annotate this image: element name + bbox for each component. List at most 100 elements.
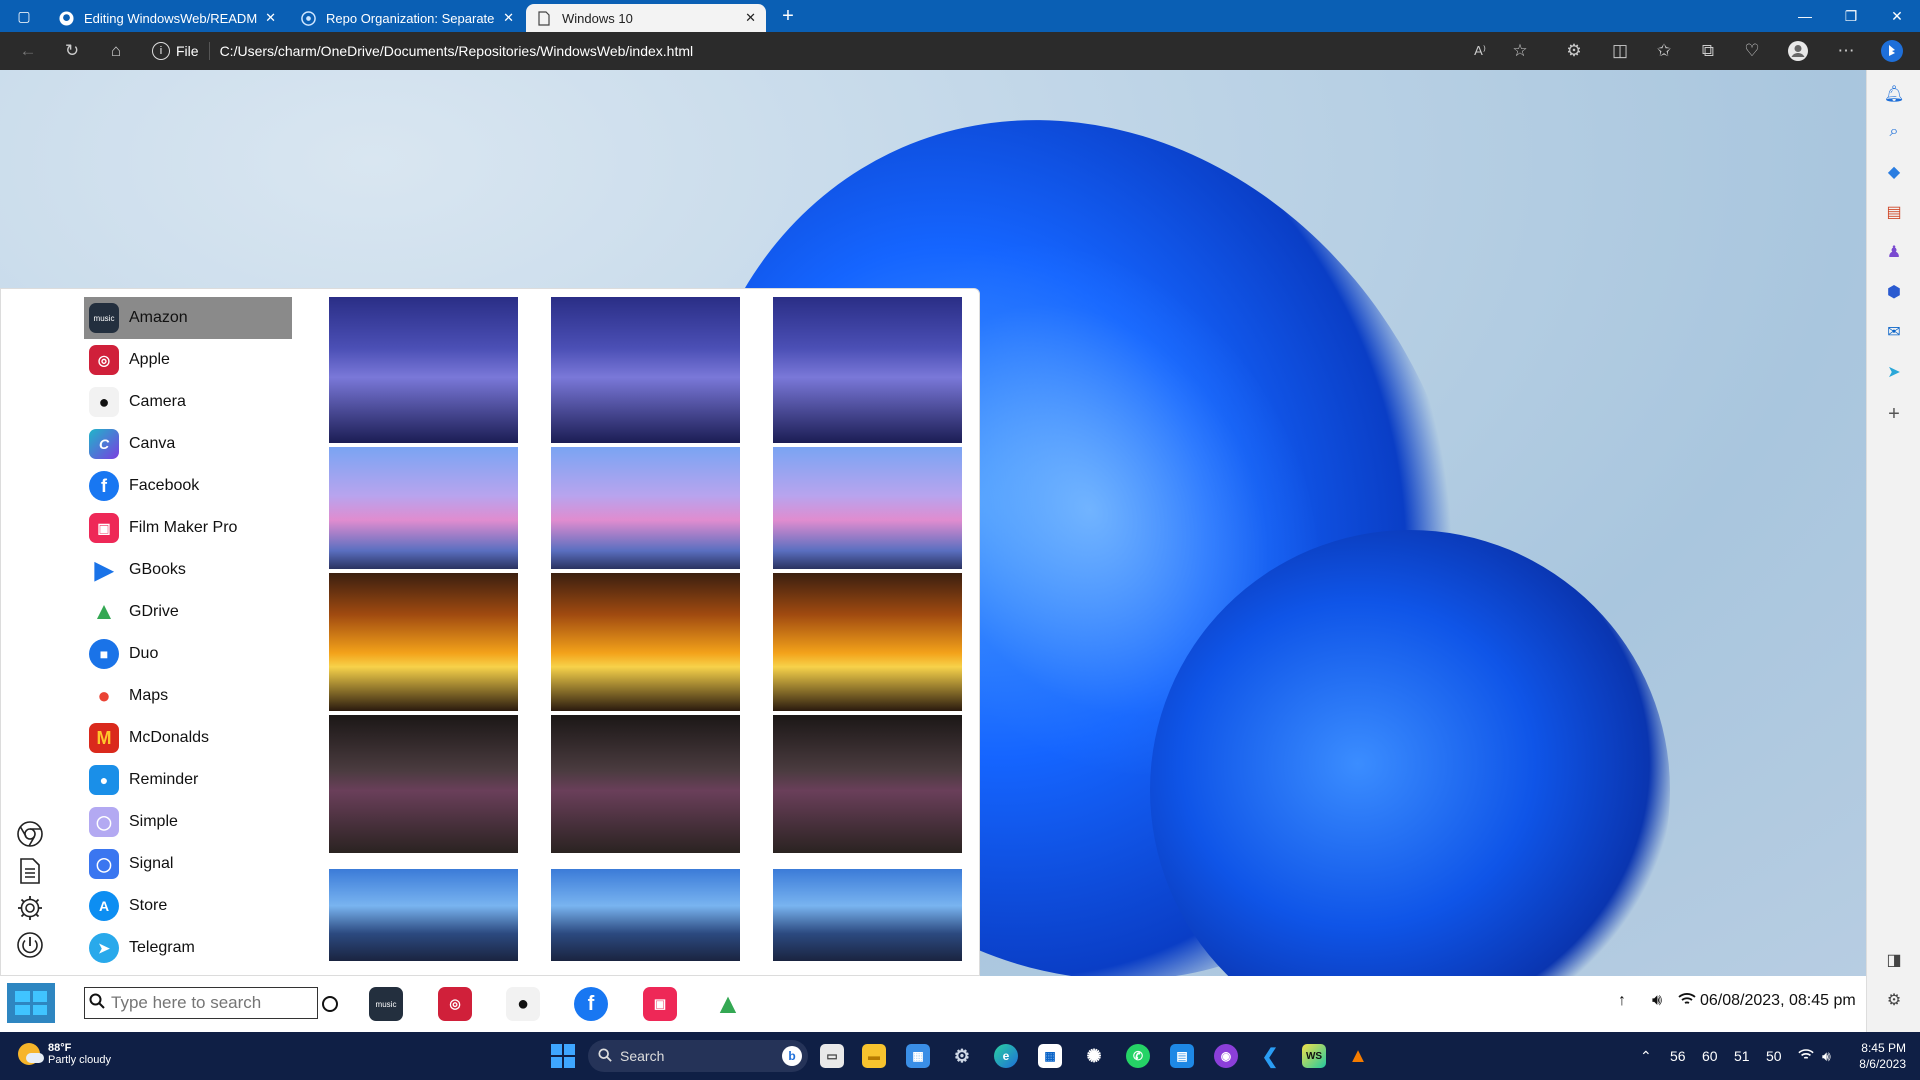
show-hidden-icons-arrow[interactable]: ↑ [1618, 992, 1626, 1010]
outlook-icon[interactable]: ✉ [1882, 320, 1906, 344]
vscode-icon[interactable]: ❮ [1258, 1044, 1282, 1068]
wallpaper-tile-blue-house[interactable] [329, 869, 518, 961]
app-item-film-maker-pro[interactable]: ▣ Film Maker Pro [84, 507, 292, 549]
app-item-simple[interactable]: ◯ Simple [84, 801, 292, 843]
app-item-amazon[interactable]: music Amazon [84, 297, 292, 339]
wallpaper-tile-blue-house[interactable] [551, 869, 740, 961]
google-drive-icon[interactable]: ▲ [711, 987, 745, 1021]
more-menu-icon[interactable]: ⋯ [1834, 39, 1858, 63]
taskbar-search-box[interactable] [84, 987, 318, 1019]
webstorm-icon[interactable]: WS [1302, 1044, 1326, 1068]
search-input[interactable] [109, 992, 313, 1014]
extensions-icon[interactable]: ⚙ [1562, 39, 1586, 63]
wallpaper-tile-dark-street[interactable] [551, 715, 740, 853]
web-taskbar-datetime[interactable]: 06/08/2023, 08:45 pm [1700, 992, 1856, 1010]
app-item-gbooks[interactable]: ▶ GBooks [84, 549, 292, 591]
film-maker-icon[interactable]: ▣ [643, 987, 677, 1021]
wallpaper-tile-night-window[interactable] [773, 297, 962, 443]
back-icon[interactable]: ← [16, 39, 40, 63]
windows-start-icon[interactable] [551, 1044, 575, 1068]
wallpaper-tile-pink-sky[interactable] [773, 447, 962, 569]
facebook-icon[interactable]: f [574, 987, 608, 1021]
close-tab-icon[interactable]: ✕ [745, 10, 756, 26]
wallpaper-tile-dark-street[interactable] [773, 715, 962, 853]
app-item-facebook[interactable]: f Facebook [84, 465, 292, 507]
chatgpt-icon[interactable]: ✺ [1082, 1044, 1106, 1068]
close-tab-icon[interactable]: ✕ [503, 10, 514, 26]
url-text[interactable]: C:/Users/charm/OneDrive/Documents/Reposi… [220, 43, 694, 59]
read-aloud-icon[interactable]: A⁾ [1468, 39, 1492, 63]
restore-button[interactable]: ❐ [1828, 0, 1874, 32]
edge-icon[interactable]: e [994, 1044, 1018, 1068]
photos-icon[interactable]: ▦ [906, 1044, 930, 1068]
volume-icon[interactable]: 🔊︎ [1652, 992, 1662, 1010]
sidebar-settings-icon[interactable]: ⚙ [1882, 988, 1906, 1012]
wallpaper-tile-dark-street[interactable] [329, 715, 518, 853]
close-tab-icon[interactable]: ✕ [265, 10, 276, 26]
wallpaper-tile-night-window[interactable] [551, 297, 740, 443]
apple-icon[interactable]: ◎ [438, 987, 472, 1021]
games-icon[interactable]: ♟ [1882, 240, 1906, 264]
tab-windows-10[interactable]: Windows 10 ✕ [526, 4, 766, 32]
microsoft-365-icon[interactable]: ⬢ [1882, 280, 1906, 304]
settings-icon[interactable]: ⚙ [950, 1044, 974, 1068]
favorite-star-icon[interactable]: ☆ [1508, 39, 1532, 63]
minimize-button[interactable]: — [1782, 0, 1828, 32]
tab-editing-readme[interactable]: Editing WindowsWeb/README.r ✕ [48, 4, 286, 32]
app-item-store[interactable]: A Store [84, 885, 292, 927]
whatsapp-icon[interactable]: ✆ [1126, 1044, 1150, 1068]
shopping-tag-icon[interactable]: ◆ [1882, 160, 1906, 184]
close-window-button[interactable]: ✕ [1874, 0, 1920, 32]
power-icon[interactable] [15, 930, 45, 960]
chrome-wheel-icon[interactable] [15, 819, 45, 849]
sidebar-search-icon[interactable]: ⌕ [1882, 120, 1906, 144]
weather-widget[interactable]: 88°F Partly cloudy [18, 1042, 111, 1066]
refresh-icon[interactable]: ↻ [60, 39, 84, 63]
app-item-gdrive[interactable]: ▲ GDrive [84, 591, 292, 633]
app-item-apple[interactable]: ◎ Apple [84, 339, 292, 381]
browser-essentials-icon[interactable]: ♡ [1740, 39, 1764, 63]
app-item-duo[interactable]: ■ Duo [84, 633, 292, 675]
microsoft-store-icon[interactable]: ▦ [1038, 1044, 1062, 1068]
github-desktop-icon[interactable]: ◉ [1214, 1044, 1238, 1068]
volume-icon[interactable]: 🔊︎ [1822, 1048, 1831, 1065]
app-item-canva[interactable]: C Canva [84, 423, 292, 465]
remote-desktop-icon[interactable]: ▤ [1170, 1044, 1194, 1068]
app-item-maps[interactable]: ● Maps [84, 675, 292, 717]
file-explorer-icon[interactable]: ▬ [862, 1044, 886, 1068]
wallpaper-tile-pink-sky[interactable] [329, 447, 518, 569]
drop-icon[interactable]: ➤ [1882, 360, 1906, 384]
notification-bell-icon[interactable]: 🔔︎ [1882, 82, 1906, 106]
hide-sidebar-icon[interactable]: ◨ [1882, 948, 1906, 972]
wallpaper-tile-night-window[interactable] [329, 297, 518, 443]
amazon-music-icon[interactable]: music [369, 987, 403, 1021]
document-icon[interactable] [15, 856, 45, 886]
site-info-chip[interactable]: i File [152, 42, 210, 60]
show-hidden-icons-chevron[interactable]: ⌃ [1640, 1048, 1652, 1065]
app-item-signal[interactable]: ◯ Signal [84, 843, 292, 885]
app-item-camera[interactable]: ● Camera [84, 381, 292, 423]
tab-actions-icon[interactable]: ▢ [6, 0, 42, 32]
tools-icon[interactable]: ▤ [1882, 200, 1906, 224]
system-clock[interactable]: 8:45 PM 8/6/2023 [1846, 1040, 1906, 1072]
profile-avatar[interactable] [1786, 39, 1810, 63]
split-screen-icon[interactable]: ◫ [1608, 39, 1632, 63]
settings-gear-icon[interactable] [15, 893, 45, 923]
tab-repo-organization[interactable]: Repo Organization: Separate or ✕ [290, 4, 524, 32]
wallpaper-tile-pink-sky[interactable] [551, 447, 740, 569]
vlc-icon[interactable]: ▲ [1346, 1044, 1370, 1068]
task-view-icon[interactable]: ▭ [820, 1044, 844, 1068]
home-icon[interactable]: ⌂ [104, 39, 128, 63]
windows-search-box[interactable]: Search b [588, 1040, 808, 1072]
collections-icon[interactable]: ⧉ [1696, 39, 1720, 63]
wallpaper-tile-blue-house[interactable] [773, 869, 962, 961]
app-item-reminder[interactable]: ● Reminder [84, 759, 292, 801]
start-button[interactable] [7, 983, 55, 1023]
address-bar[interactable]: i File C:/Users/charm/OneDrive/Documents… [152, 37, 1452, 65]
wallpaper-tile-sunset-city[interactable] [773, 573, 962, 711]
wifi-icon[interactable] [1798, 1048, 1814, 1064]
wallpaper-tile-sunset-city[interactable] [329, 573, 518, 711]
app-item-mcdonalds[interactable]: M McDonalds [84, 717, 292, 759]
app-item-telegram[interactable]: ➤ Telegram [84, 927, 292, 969]
camera-icon[interactable]: ● [506, 987, 540, 1021]
